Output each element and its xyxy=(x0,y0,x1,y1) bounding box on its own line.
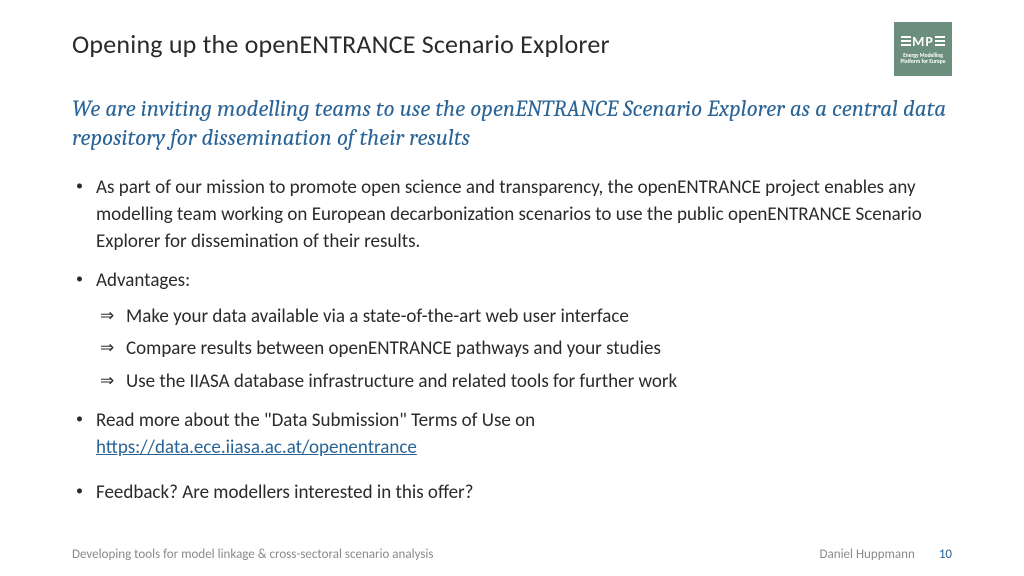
sub-bullet-text: Make your data available via a state-of-… xyxy=(126,305,629,328)
bullet-text: Feedback? Are modellers interested in th… xyxy=(96,481,473,504)
sub-bullet-text: Use the IIASA database infrastructure an… xyxy=(126,370,677,393)
bullet-text: Read more about the "Data Submission" Te… xyxy=(96,409,535,432)
page-title: Opening up the openENTRANCE Scenario Exp… xyxy=(72,28,610,60)
bullet-text: Advantages: xyxy=(96,269,190,292)
footer-left: Developing tools for model linkage & cro… xyxy=(72,547,434,562)
header-row: Opening up the openENTRANCE Scenario Exp… xyxy=(72,28,952,76)
terms-link[interactable]: https://data.ece.iiasa.ac.at/openentranc… xyxy=(96,436,417,459)
logo-subtitle: Energy Modelling Platform for Europe xyxy=(896,53,950,66)
footer-right: Daniel Huppmann 10 xyxy=(820,547,952,562)
logo-text: MP xyxy=(912,33,934,50)
sub-list-item: Make your data available via a state-of-… xyxy=(96,303,952,332)
list-item: Advantages: Make your data available via… xyxy=(72,268,952,396)
logo-bars-icon xyxy=(901,36,911,46)
content: As part of our mission to promote open s… xyxy=(72,175,952,507)
main-list: As part of our mission to promote open s… xyxy=(72,175,952,507)
page-number: 10 xyxy=(939,547,952,562)
footer-author: Daniel Huppmann xyxy=(820,547,915,562)
logo-main: MP xyxy=(901,33,945,50)
list-item: Read more about the "Data Submission" Te… xyxy=(72,408,952,462)
list-item: Feedback? Are modellers interested in th… xyxy=(72,480,952,507)
empe-logo: MP Energy Modelling Platform for Europe xyxy=(894,22,952,76)
sub-list: Make your data available via a state-of-… xyxy=(96,303,952,397)
slide: Opening up the openENTRANCE Scenario Exp… xyxy=(0,0,1024,576)
sub-list-item: Compare results between openENTRANCE pat… xyxy=(96,335,952,364)
bullet-text: As part of our mission to promote open s… xyxy=(96,176,922,253)
sub-list-item: Use the IIASA database infrastructure an… xyxy=(96,368,952,397)
logo-bars-icon xyxy=(935,36,945,46)
subtitle: We are inviting modelling teams to use t… xyxy=(72,94,952,153)
list-item: As part of our mission to promote open s… xyxy=(72,175,952,256)
sub-bullet-text: Compare results between openENTRANCE pat… xyxy=(126,337,661,360)
footer: Developing tools for model linkage & cro… xyxy=(0,547,1024,562)
